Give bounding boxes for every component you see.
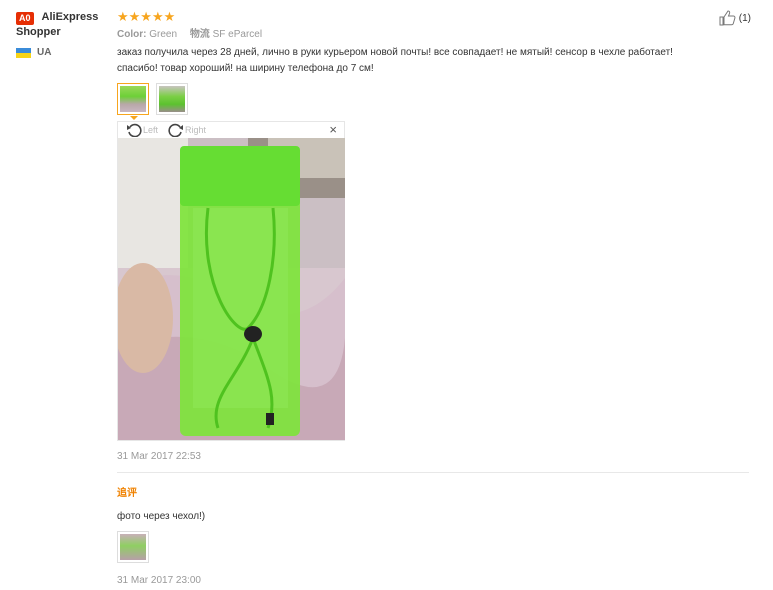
photo-thumbnails — [117, 83, 757, 120]
followup-text: фото через чехол!) — [117, 511, 206, 522]
rotate-left-icon — [127, 123, 142, 137]
order-info: Color: Green 物流 SF eParcel — [117, 28, 757, 42]
review-date: 31 Mar 2017 22:53 — [117, 451, 201, 462]
divider — [117, 472, 749, 473]
active-caret-icon — [130, 116, 138, 120]
followup-label: 追评 — [117, 488, 137, 499]
followup-thumbnails — [117, 531, 757, 563]
reviewer-name[interactable]: AliExpress — [42, 10, 99, 25]
review-body: ★★★★★ Color: Green 物流 SF eParcel заказ п… — [117, 10, 757, 586]
photo-thumbnail[interactable] — [156, 83, 188, 115]
shipping-label: 物流 — [189, 29, 210, 40]
photo-image — [118, 138, 345, 440]
ukraine-flag-icon — [16, 47, 31, 58]
followup-date: 31 Mar 2017 23:00 — [117, 575, 201, 586]
close-viewer-button[interactable]: × — [329, 122, 337, 138]
photo-thumbnail[interactable] — [117, 83, 149, 120]
rotate-left-button[interactable]: Left — [126, 123, 158, 137]
country-code: UA — [37, 47, 52, 58]
rotate-right-icon — [168, 123, 184, 137]
color-label: Color: — [117, 29, 147, 40]
reviewer-panel: A0 AliExpress Shopper UA — [16, 10, 111, 58]
review-photo — [118, 138, 345, 440]
color-value: Green — [149, 29, 178, 40]
reviewer-name-line2: Shopper — [16, 26, 61, 38]
rotate-right-label: Right — [185, 125, 207, 135]
reviewer-country: UA — [16, 47, 111, 58]
star-rating: ★★★★★ — [117, 9, 176, 24]
photo-viewer: Left Right × — [117, 121, 345, 441]
shipping-value: SF eParcel — [212, 29, 263, 40]
viewer-toolbar: Left Right × — [118, 122, 344, 138]
photo-thumbnail[interactable] — [117, 531, 149, 563]
review-text-line: спасибо! товар хороший! на ширину телефо… — [117, 63, 374, 74]
review-text-line: заказ получила через 28 дней, лично в ру… — [117, 47, 673, 58]
avatar: A0 — [16, 12, 34, 25]
review-text: заказ получила через 28 дней, лично в ру… — [117, 45, 737, 77]
rotate-right-button[interactable]: Right — [168, 123, 206, 137]
rotate-left-label: Left — [143, 125, 159, 135]
